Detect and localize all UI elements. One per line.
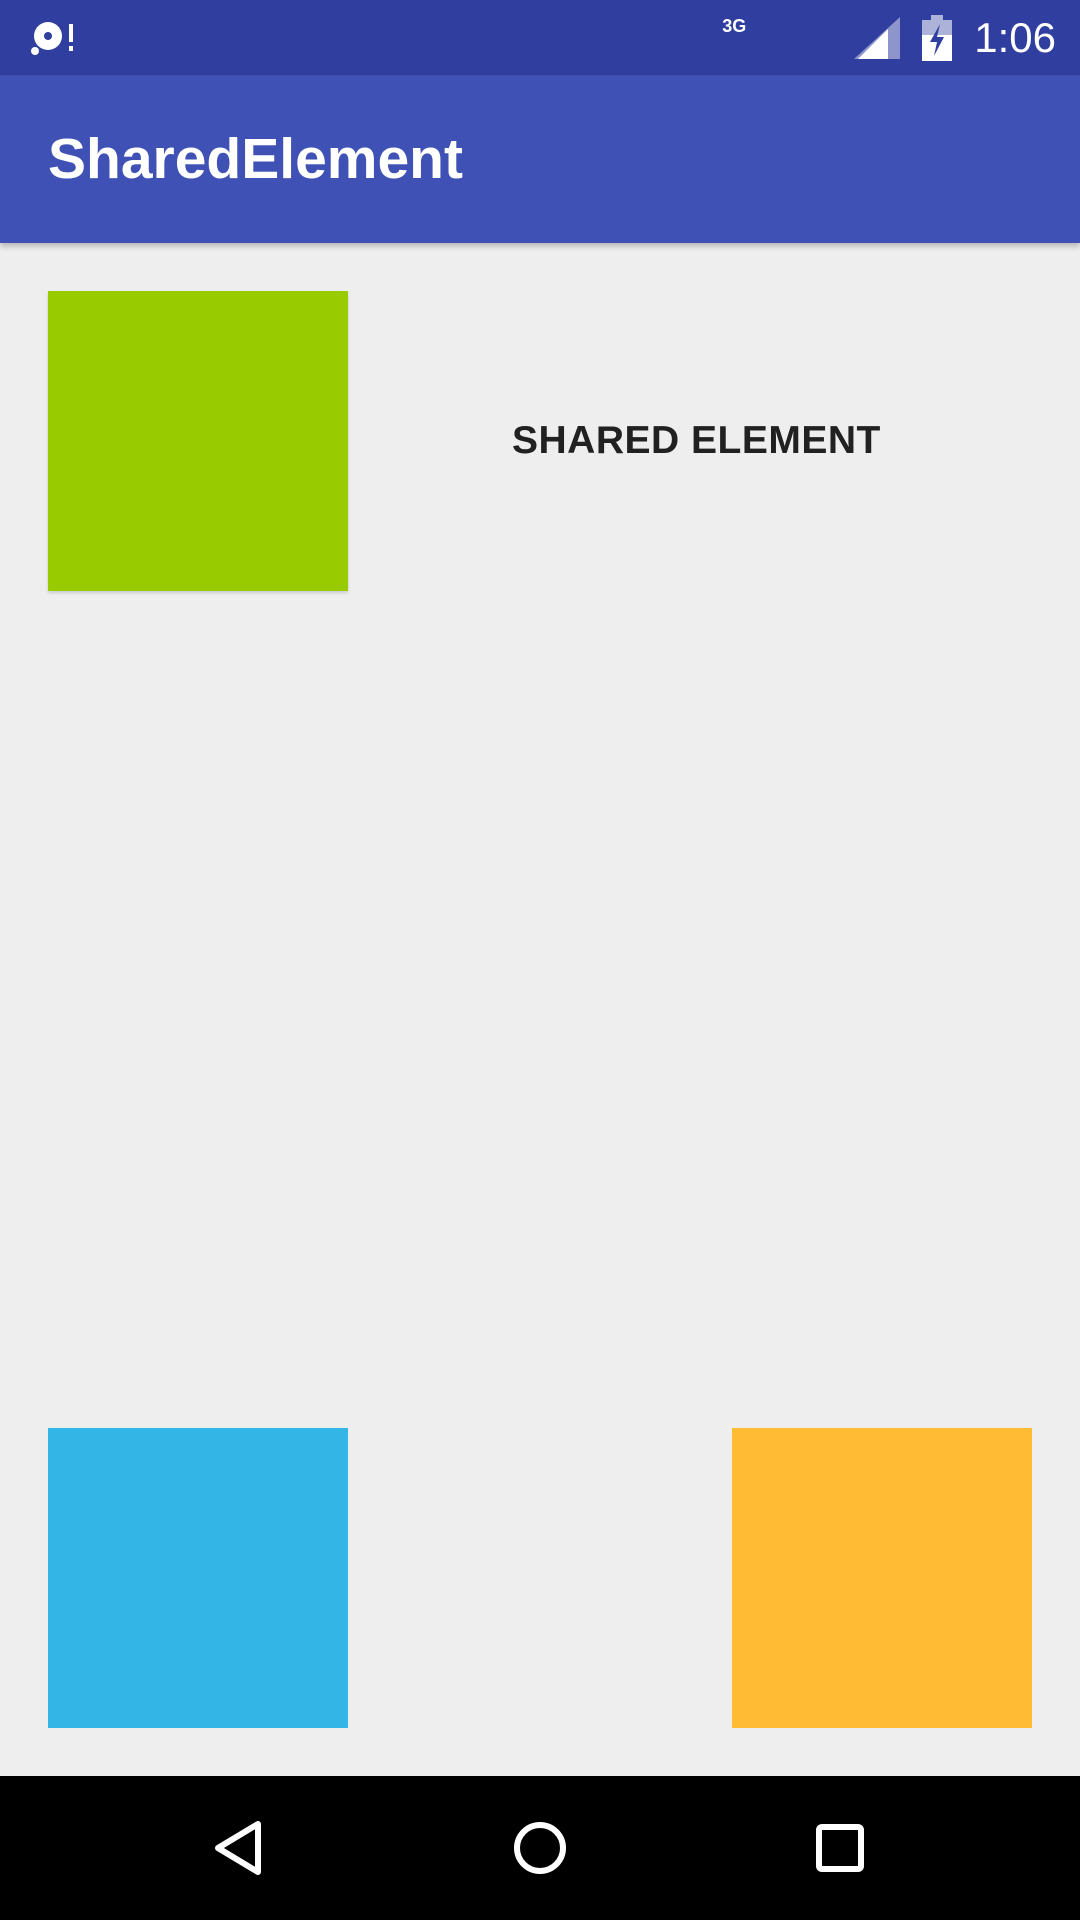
signal-icon — [854, 16, 901, 59]
app-title: SharedElement — [48, 127, 463, 191]
shared-element-label: SHARED ELEMENT — [512, 419, 881, 462]
green-square[interactable] — [48, 291, 348, 591]
network-type-label: 3G — [722, 16, 747, 36]
screen: 3G 1:06 SharedElement SHARED ELEMENT — [0, 0, 1080, 1920]
clock: 1:06 — [974, 14, 1056, 61]
blue-square[interactable] — [48, 1428, 348, 1728]
orange-square[interactable] — [732, 1428, 1032, 1728]
back-icon[interactable] — [204, 1812, 276, 1884]
battery-charging-icon — [922, 14, 953, 61]
home-icon[interactable] — [504, 1812, 576, 1884]
app-bar: SharedElement — [0, 75, 1080, 243]
status-bar: 3G 1:06 — [0, 0, 1080, 75]
recents-icon[interactable] — [804, 1812, 876, 1884]
sync-disc-alert-icon — [31, 22, 73, 55]
navigation-bar — [0, 1776, 1080, 1920]
status-right-group: 3G 1:06 — [722, 0, 1056, 75]
